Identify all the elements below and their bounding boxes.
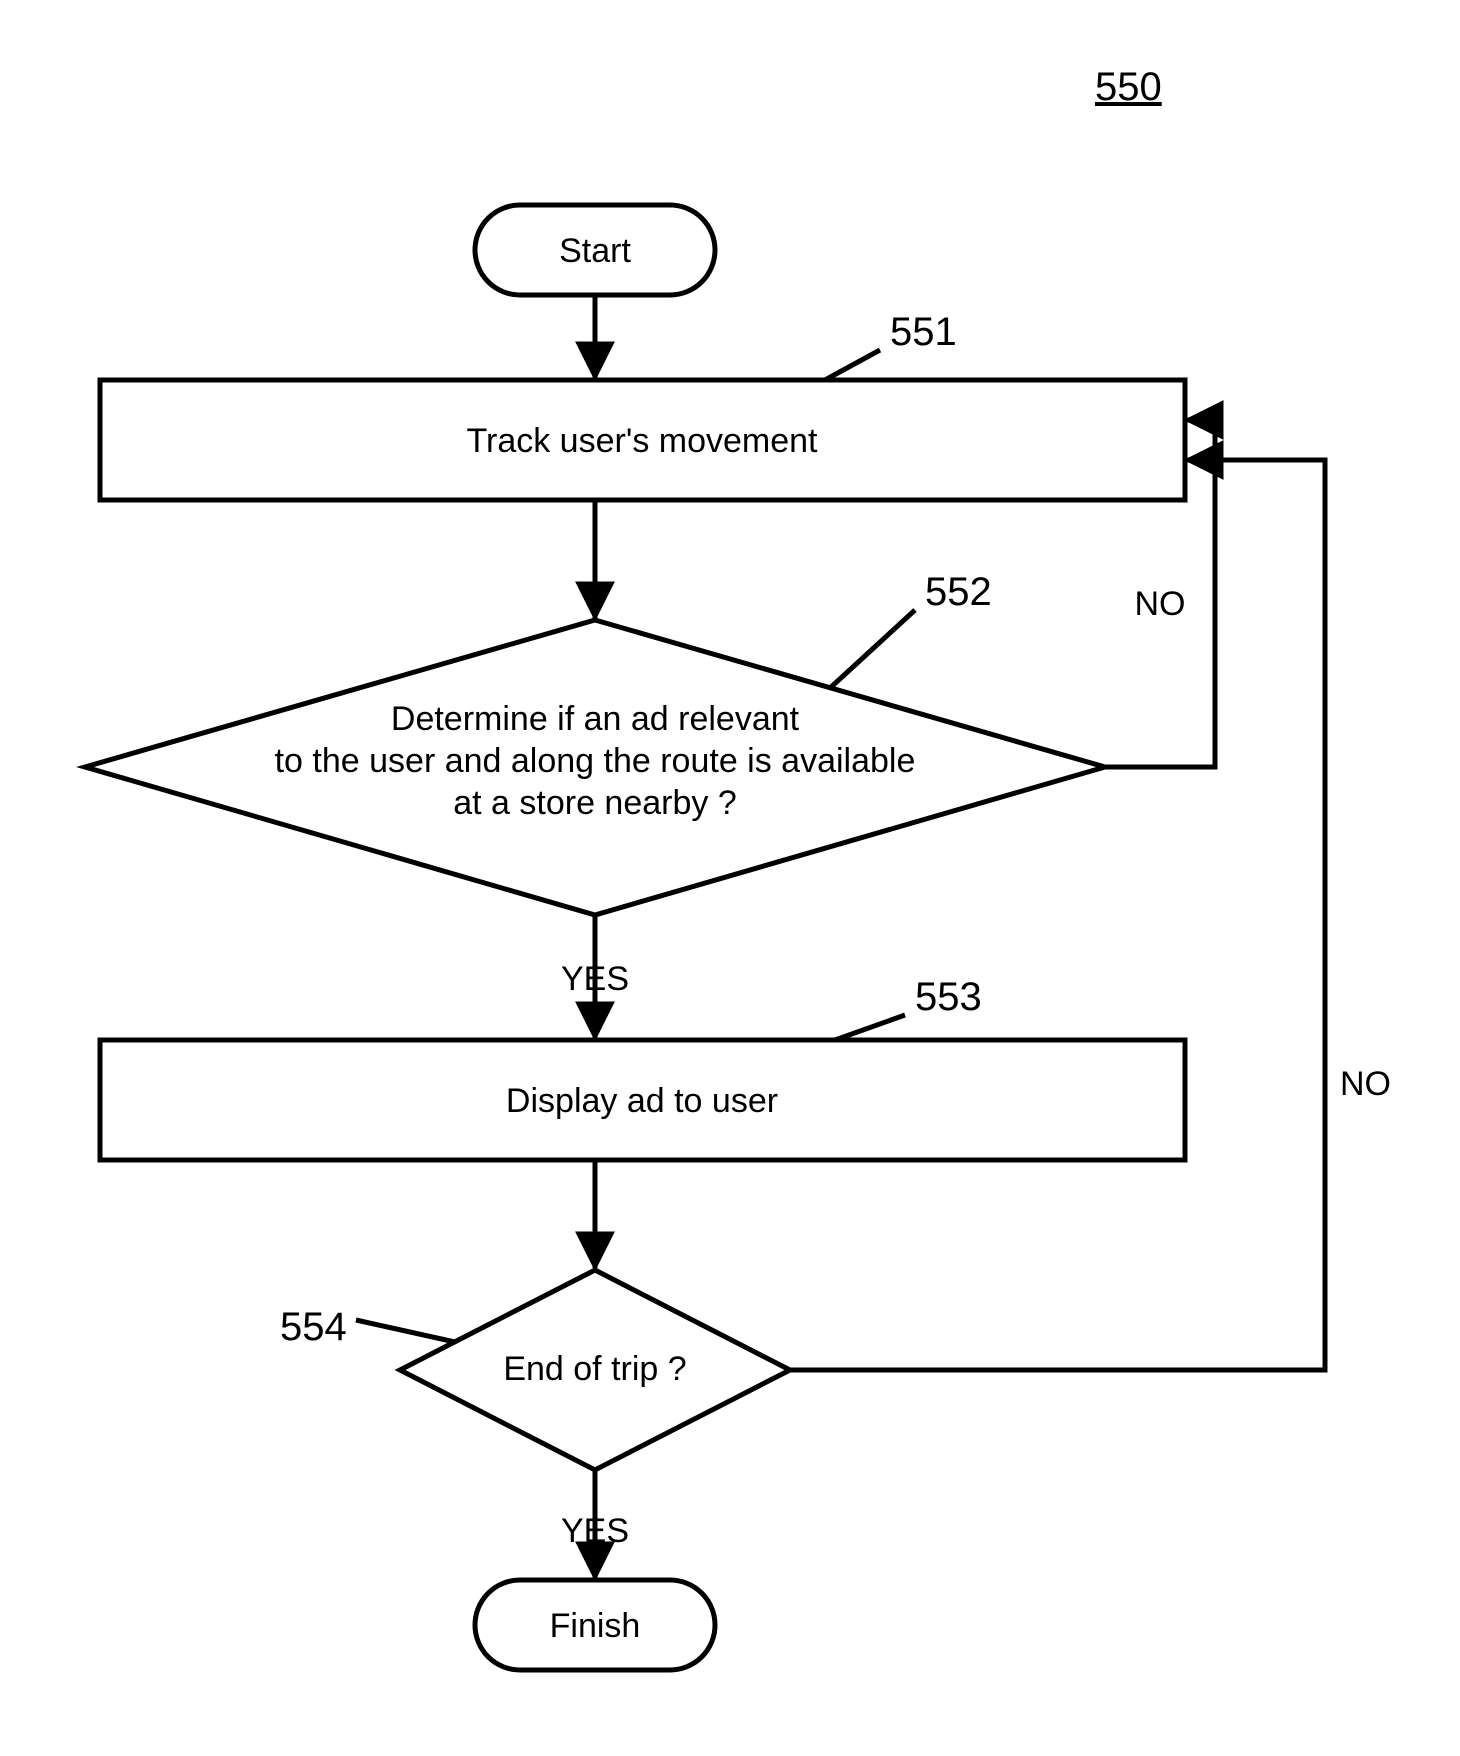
decide-yes-label: YES [561,960,629,998]
track-label: Track user's movement [467,422,819,460]
track-ref: 551 [890,310,957,354]
display-ref: 553 [915,975,982,1019]
decide-no-label: NO [1135,585,1186,623]
endtrip-label: End of trip ? [503,1350,686,1388]
figure-ref: 550 [1095,65,1162,109]
flowchart: 550 Start Track user's movement 551 Dete… [0,0,1460,1756]
decide-line2: to the user and along the route is avail… [275,742,916,780]
display-label: Display ad to user [506,1082,778,1120]
endtrip-no-label: NO [1340,1065,1391,1103]
endtrip-ref-leader [356,1320,455,1342]
start-label: Start [559,232,631,270]
decide-line1: Determine if an ad relevant [391,700,800,738]
decide-line3: at a store nearby ? [453,784,737,822]
display-ref-leader [835,1015,905,1040]
decide-ref: 552 [925,570,992,614]
edge-endtrip-no [790,460,1325,1370]
endtrip-yes-label: YES [561,1512,629,1550]
endtrip-ref: 554 [280,1305,347,1349]
finish-label: Finish [550,1607,641,1645]
decide-ref-leader [830,610,915,688]
track-ref-leader [825,350,880,380]
